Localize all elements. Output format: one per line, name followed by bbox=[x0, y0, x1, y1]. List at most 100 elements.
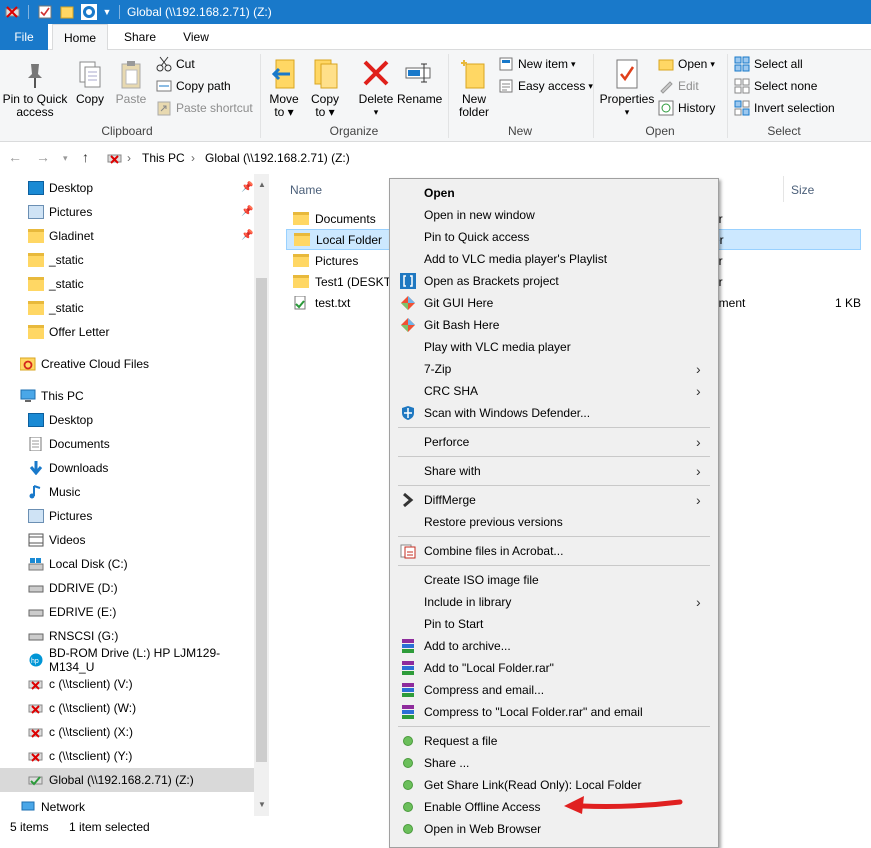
nav-quick-pictures[interactable]: Pictures bbox=[0, 200, 254, 224]
qa-dropdown-icon[interactable]: ▼ bbox=[100, 3, 114, 21]
nav-pc-pictures[interactable]: Pictures bbox=[0, 504, 254, 528]
forward-arrow-icon[interactable]: → bbox=[36, 149, 50, 165]
nav-pc-edrive[interactable]: EDRIVE (E:) bbox=[0, 600, 254, 624]
pin-quick-access-button[interactable]: Pin to Quick access bbox=[2, 60, 68, 119]
menu-item-create-iso[interactable]: Create ISO image file bbox=[390, 569, 718, 591]
nav-pc-documents[interactable]: Documents bbox=[0, 432, 254, 456]
open-button[interactable]: Open ▾ bbox=[658, 54, 715, 74]
nav-pc-music[interactable]: Music bbox=[0, 480, 254, 504]
nav-pc-tsclient-w[interactable]: c (\\tsclient) (W:) bbox=[0, 696, 254, 720]
menu-item-7zip[interactable]: 7-Zip › bbox=[390, 358, 718, 380]
nav-pc-rnscsi[interactable]: RNSCSI (G:) bbox=[0, 624, 254, 648]
nav-quick-static-2[interactable]: _static bbox=[0, 272, 254, 296]
nav-scrollbar[interactable]: ▲ ▼ bbox=[254, 174, 269, 816]
menu-item-compress-email[interactable]: Compress and email... bbox=[390, 679, 718, 701]
drive-icon bbox=[28, 605, 44, 619]
nav-pc-videos[interactable]: Videos bbox=[0, 528, 254, 552]
menu-item-diffmerge[interactable]: DiffMerge › bbox=[390, 489, 718, 511]
nav-this-pc[interactable]: This PC bbox=[0, 384, 254, 408]
menu-item-vlc-playlist[interactable]: Add to VLC media player's Playlist bbox=[390, 248, 718, 270]
easy-access-button[interactable]: Easy access ▾ bbox=[498, 76, 593, 96]
nav-quick-offer-letter[interactable]: Offer Letter bbox=[0, 320, 254, 344]
copy-button[interactable]: Copy bbox=[72, 60, 108, 106]
cut-button[interactable]: Cut bbox=[156, 54, 195, 74]
nav-pc-tsclient-v[interactable]: c (\\tsclient) (V:) bbox=[0, 672, 254, 696]
tab-home[interactable]: Home bbox=[52, 24, 108, 51]
crumb-current[interactable]: Global (\\192.168.2.71) (Z:) bbox=[205, 151, 350, 165]
menu-item-open[interactable]: Open bbox=[390, 182, 718, 204]
properties-qa-icon[interactable] bbox=[36, 3, 54, 21]
scroll-thumb[interactable] bbox=[256, 278, 267, 762]
select-all-label: Select all bbox=[754, 56, 803, 71]
properties-button[interactable]: Properties ▾ bbox=[598, 58, 656, 119]
nav-pc-local-disk[interactable]: Local Disk (C:) bbox=[0, 552, 254, 576]
paste-shortcut-button[interactable]: Paste shortcut bbox=[156, 98, 253, 118]
copy-to-button[interactable]: Copy to ▾ bbox=[306, 58, 344, 119]
copy-path-button[interactable]: Copy path bbox=[156, 76, 231, 96]
nav-pc-desktop[interactable]: Desktop bbox=[0, 408, 254, 432]
up-arrow-icon[interactable]: ↑ bbox=[82, 149, 89, 165]
tab-view[interactable]: View bbox=[170, 24, 222, 50]
menu-item-request-file[interactable]: Request a file bbox=[390, 730, 718, 752]
menu-item-open-new-window[interactable]: Open in new window bbox=[390, 204, 718, 226]
nav-pc-ddrive[interactable]: DDRIVE (D:) bbox=[0, 576, 254, 600]
menu-item-get-share-link[interactable]: Get Share Link(Read Only): Local Folder bbox=[390, 774, 718, 796]
menu-item-compress-rar-email[interactable]: Compress to "Local Folder.rar" and email bbox=[390, 701, 718, 723]
copy-to-icon bbox=[314, 59, 338, 89]
tab-file[interactable]: File bbox=[0, 24, 48, 50]
group-label-organize: Organize bbox=[329, 124, 379, 138]
menu-item-perforce[interactable]: Perforce › bbox=[390, 431, 718, 453]
new-item-button[interactable]: New item ▾ bbox=[498, 54, 576, 74]
tab-share[interactable]: Share bbox=[114, 24, 166, 50]
menu-item-defender[interactable]: Scan with Windows Defender... bbox=[390, 402, 718, 424]
crumb-this-pc[interactable]: This PC bbox=[142, 151, 185, 165]
select-none-button[interactable]: Select none bbox=[734, 76, 817, 96]
status-selection: 1 item selected bbox=[69, 820, 150, 834]
nav-pc-tsclient-x[interactable]: c (\\tsclient) (X:) bbox=[0, 720, 254, 744]
paste-button[interactable]: Paste bbox=[112, 60, 150, 106]
recent-dropdown-icon[interactable]: ▾ bbox=[63, 153, 68, 164]
menu-item-share-with[interactable]: Share with › bbox=[390, 460, 718, 482]
menu-item-brackets[interactable]: Open as Brackets project bbox=[390, 270, 718, 292]
menu-item-add-local-rar[interactable]: Add to "Local Folder.rar" bbox=[390, 657, 718, 679]
select-all-button[interactable]: Select all bbox=[734, 54, 803, 74]
menu-item-crc-sha[interactable]: CRC SHA › bbox=[390, 380, 718, 402]
nav-network[interactable]: Network bbox=[0, 800, 254, 816]
menu-item-vlc-play[interactable]: Play with VLC media player bbox=[390, 336, 718, 358]
scroll-down-icon[interactable]: ▼ bbox=[258, 800, 266, 809]
nav-pc-bdrom[interactable]: hp BD-ROM Drive (L:) HP LJM129-M134_U bbox=[0, 646, 254, 674]
menu-item-restore-versions[interactable]: Restore previous versions bbox=[390, 511, 718, 533]
menu-item-include-library[interactable]: Include in library › bbox=[390, 591, 718, 613]
menu-item-git-bash[interactable]: Git Bash Here bbox=[390, 314, 718, 336]
move-to-button[interactable]: Move to ▾ bbox=[266, 58, 302, 119]
new-folder-qa-icon[interactable] bbox=[58, 3, 76, 21]
new-folder-button[interactable]: New folder bbox=[454, 58, 494, 119]
customize-qa-icon[interactable] bbox=[80, 3, 98, 21]
nav-pc-global-z[interactable]: Global (\\192.168.2.71) (Z:) bbox=[0, 768, 254, 792]
menu-item-git-gui[interactable]: Git GUI Here bbox=[390, 292, 718, 314]
edit-button[interactable]: Edit bbox=[658, 76, 699, 96]
menu-item-share[interactable]: Share ... bbox=[390, 752, 718, 774]
delete-button[interactable]: Delete ▾ bbox=[356, 58, 396, 119]
submenu-arrow-icon: › bbox=[696, 383, 701, 399]
nav-quick-gladinet[interactable]: Gladinet bbox=[0, 224, 254, 248]
menu-item-open-web-browser[interactable]: Open in Web Browser bbox=[390, 818, 718, 840]
nav-creative-cloud[interactable]: Creative Cloud Files bbox=[0, 352, 254, 376]
back-arrow-icon[interactable]: ← bbox=[8, 149, 22, 165]
menu-item-pin-quick-access[interactable]: Pin to Quick access bbox=[390, 226, 718, 248]
address-field[interactable]: › This PC › Global (\\192.168.2.71) (Z:) bbox=[102, 147, 871, 169]
menu-item-acrobat[interactable]: Combine files in Acrobat... bbox=[390, 540, 718, 562]
nav-pc-tsclient-y[interactable]: c (\\tsclient) (Y:) bbox=[0, 744, 254, 768]
column-header-size[interactable]: Size bbox=[791, 183, 814, 197]
column-header-name[interactable]: Name bbox=[290, 183, 322, 197]
invert-selection-button[interactable]: Invert selection bbox=[734, 98, 835, 118]
nav-quick-static-3[interactable]: _static bbox=[0, 296, 254, 320]
menu-item-add-archive[interactable]: Add to archive... bbox=[390, 635, 718, 657]
menu-item-pin-start[interactable]: Pin to Start bbox=[390, 613, 718, 635]
nav-pc-downloads[interactable]: Downloads bbox=[0, 456, 254, 480]
history-button[interactable]: History bbox=[658, 98, 715, 118]
nav-quick-static-1[interactable]: _static bbox=[0, 248, 254, 272]
scroll-up-icon[interactable]: ▲ bbox=[258, 180, 266, 189]
rename-button[interactable]: Rename bbox=[397, 58, 442, 106]
nav-quick-desktop[interactable]: Desktop bbox=[0, 176, 254, 200]
